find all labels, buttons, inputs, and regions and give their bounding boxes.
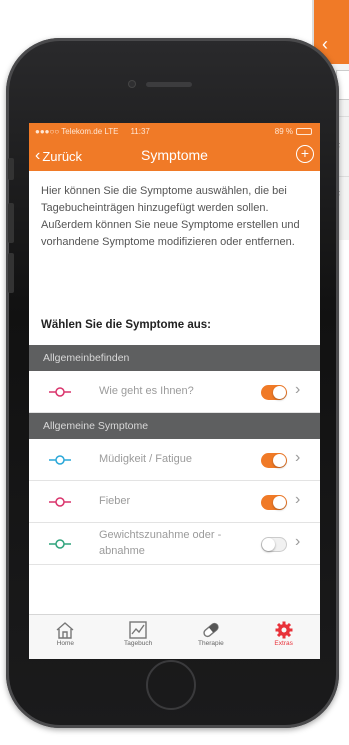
symptom-label: Müdigkeit / Fatigue: [99, 453, 192, 465]
tab-label: Extras: [274, 640, 293, 647]
section-header-allgemeinbefinden: Allgemeinbefinden: [29, 345, 320, 371]
battery-status: 89 %: [275, 127, 312, 136]
tab-label: Home: [56, 640, 75, 647]
symptom-toggle[interactable]: [261, 385, 287, 400]
status-bar: ●●●○○ Telekom.de LTE 11:37 89 %: [29, 123, 320, 139]
symptom-row[interactable]: Fieber ›: [29, 481, 320, 523]
page-title: Symptome: [141, 147, 208, 163]
earpiece-speaker: [146, 82, 192, 87]
symptom-row[interactable]: Gewichtszunahme oder -abnahme ›: [29, 523, 320, 565]
section-header-allgemeine-symptome: Allgemeine Symptome: [29, 413, 320, 439]
app-screen: ●●●○○ Telekom.de LTE 11:37 89 % ‹ Zurück…: [29, 123, 320, 659]
select-heading: Wählen Sie die Symptome aus:: [41, 319, 211, 331]
tab-label: Tagebuch: [124, 640, 153, 647]
volume-up-button: [8, 203, 14, 243]
symptom-label: Fieber: [99, 495, 131, 507]
chevron-right-icon: ›: [295, 491, 301, 508]
front-camera: [128, 80, 136, 88]
symptom-row[interactable]: Müdigkeit / Fatigue ›: [29, 439, 320, 481]
chevron-right-icon: ›: [295, 533, 301, 550]
gear-icon: [275, 621, 293, 639]
symptom-toggle[interactable]: [261, 495, 287, 510]
home-icon: [56, 622, 74, 639]
home-button[interactable]: [146, 660, 196, 710]
volume-down-button: [8, 253, 14, 293]
tab-therapie[interactable]: Therapie: [175, 615, 248, 659]
tab-label: Therapie: [198, 640, 224, 647]
tab-bar: Home Tagebuch Therapie Extras: [29, 614, 320, 659]
pill-icon: [203, 622, 219, 638]
mute-switch: [8, 158, 14, 180]
diary-chart-icon: [129, 621, 147, 639]
status-time: 11:37: [130, 126, 150, 136]
chevron-right-icon: ›: [295, 449, 301, 466]
chevron-right-icon: ›: [295, 381, 301, 398]
symptom-icon: [49, 497, 71, 507]
symptom-label: Gewichtszunahme oder -abnahme: [99, 529, 222, 557]
second-phone-back-icon: ‹: [322, 34, 328, 54]
symptom-icon: [49, 387, 71, 397]
battery-icon: [296, 127, 312, 135]
intro-text: Hier können Sie die Symptome auswählen, …: [41, 185, 300, 248]
carrier-label: ●●●○○ Telekom.de LTE: [35, 126, 119, 136]
symptom-icon: [49, 455, 71, 465]
symptom-label: Wie geht es Ihnen?: [99, 385, 194, 397]
symptom-toggle[interactable]: [261, 453, 287, 468]
battery-percent: 89 %: [274, 126, 293, 136]
symptom-icon: [49, 539, 71, 549]
symptom-toggle[interactable]: [261, 537, 287, 552]
nav-bar: ‹ Zurück Symptome +: [29, 139, 320, 171]
tab-tagebuch[interactable]: Tagebuch: [102, 615, 175, 659]
add-symptom-button[interactable]: +: [296, 145, 314, 163]
symptom-row[interactable]: Wie geht es Ihnen? ›: [29, 371, 320, 413]
tab-extras[interactable]: Extras: [247, 615, 320, 659]
tab-home[interactable]: Home: [29, 615, 102, 659]
